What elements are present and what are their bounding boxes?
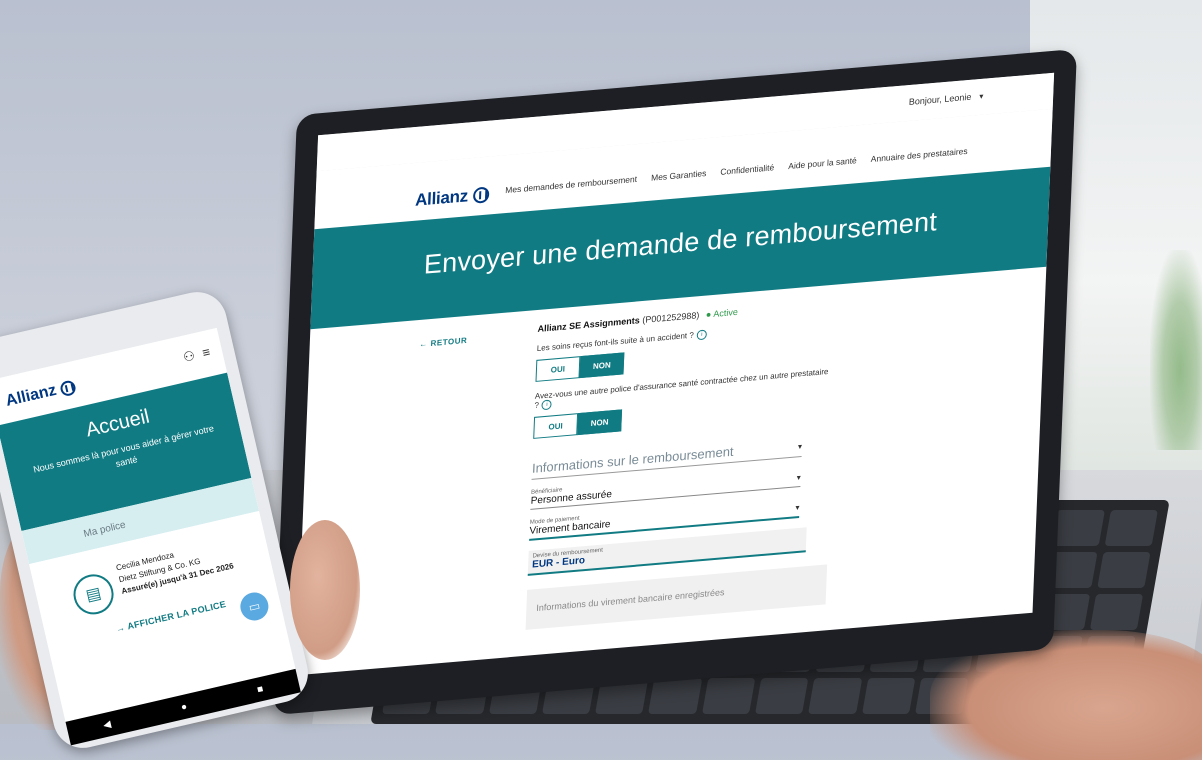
laptop-screen: Bonjour, Leonie ▾ Allianz Mes demandes de…	[296, 72, 1055, 676]
status-badge: ● Active	[705, 306, 739, 320]
nav-item-confidentialite[interactable]: Confidentialité	[720, 162, 774, 177]
claim-form: Allianz SE Assignments (P001252988) ● Ac…	[525, 298, 838, 630]
chevron-down-icon: ▾	[795, 502, 800, 513]
non-button[interactable]: NON	[577, 409, 623, 436]
info-icon[interactable]: i	[696, 329, 707, 341]
allianz-eagle-icon	[58, 378, 77, 397]
view-policy-link[interactable]: → AFFICHER LA POLICE	[115, 599, 227, 634]
allianz-logo[interactable]: Allianz	[4, 377, 77, 410]
policy-id: (P001252988)	[642, 310, 700, 325]
chevron-down-icon: ▾	[796, 472, 801, 483]
keyboard-key	[648, 678, 703, 714]
user-menu-label: Bonjour, Leonie	[908, 91, 972, 108]
keyboard-key	[861, 678, 916, 714]
logo-text: Allianz	[4, 381, 59, 410]
bank-info-panel: Informations du virement bancaire enregi…	[525, 564, 828, 630]
user-menu[interactable]: Bonjour, Leonie ▾	[909, 91, 984, 107]
allianz-logo[interactable]: Allianz	[414, 185, 490, 211]
chevron-down-icon: ▾	[979, 91, 984, 102]
oui-button[interactable]: OUI	[535, 356, 581, 382]
recents-icon[interactable]: ■	[256, 683, 264, 695]
info-icon[interactable]: i	[541, 399, 553, 411]
logo-text: Allianz	[414, 186, 469, 210]
back-label: RETOUR	[430, 335, 468, 348]
keyboard-key	[1096, 552, 1151, 588]
non-button[interactable]: NON	[579, 352, 625, 379]
back-icon[interactable]: ◀	[102, 718, 112, 730]
keyboard-key	[754, 678, 809, 714]
nav-item-aide[interactable]: Aide pour la santé	[788, 155, 857, 171]
smartphone: Allianz ⚇ ≡ Accueil Nous sommes là pour …	[0, 286, 314, 754]
allianz-eagle-icon	[472, 186, 490, 204]
nav-item-garanties[interactable]: Mes Garanties	[651, 168, 707, 183]
policy-document-icon: ▤	[69, 570, 118, 619]
nav-item-demandes[interactable]: Mes demandes de remboursement	[505, 174, 637, 195]
header-icons: ⚇ ≡	[182, 344, 212, 366]
keyboard-key	[1089, 594, 1144, 630]
user-icon[interactable]: ⚇	[182, 348, 197, 366]
keyboard-key	[808, 678, 862, 714]
section-label: Ma police	[82, 519, 127, 540]
status-text: Active	[713, 306, 739, 319]
oui-button[interactable]: OUI	[533, 413, 579, 439]
background-plant	[1150, 250, 1202, 450]
thumb	[290, 520, 360, 660]
back-link[interactable]: ← RETOUR	[419, 336, 467, 349]
policy-name: Allianz SE Assignments	[537, 315, 641, 334]
laptop-lid: Bonjour, Leonie ▾ Allianz Mes demandes de…	[273, 48, 1077, 716]
chevron-down-icon: ▾	[797, 441, 803, 452]
laptop: Bonjour, Leonie ▾ Allianz Mes demandes de…	[273, 12, 1077, 716]
policy-details: Cecilia Mendoza Dietz Stiftung & Co. KG …	[115, 537, 235, 598]
home-icon[interactable]: ●	[180, 701, 188, 713]
keyboard-key	[1104, 510, 1158, 546]
menu-icon[interactable]: ≡	[201, 344, 212, 361]
section-title-text: Informations sur le remboursement	[531, 443, 734, 476]
view-policy-label: AFFICHER LA POLICE	[126, 598, 228, 632]
keyboard-key	[701, 678, 756, 714]
nav-item-annuaire[interactable]: Annuaire des prestataires	[871, 146, 968, 164]
